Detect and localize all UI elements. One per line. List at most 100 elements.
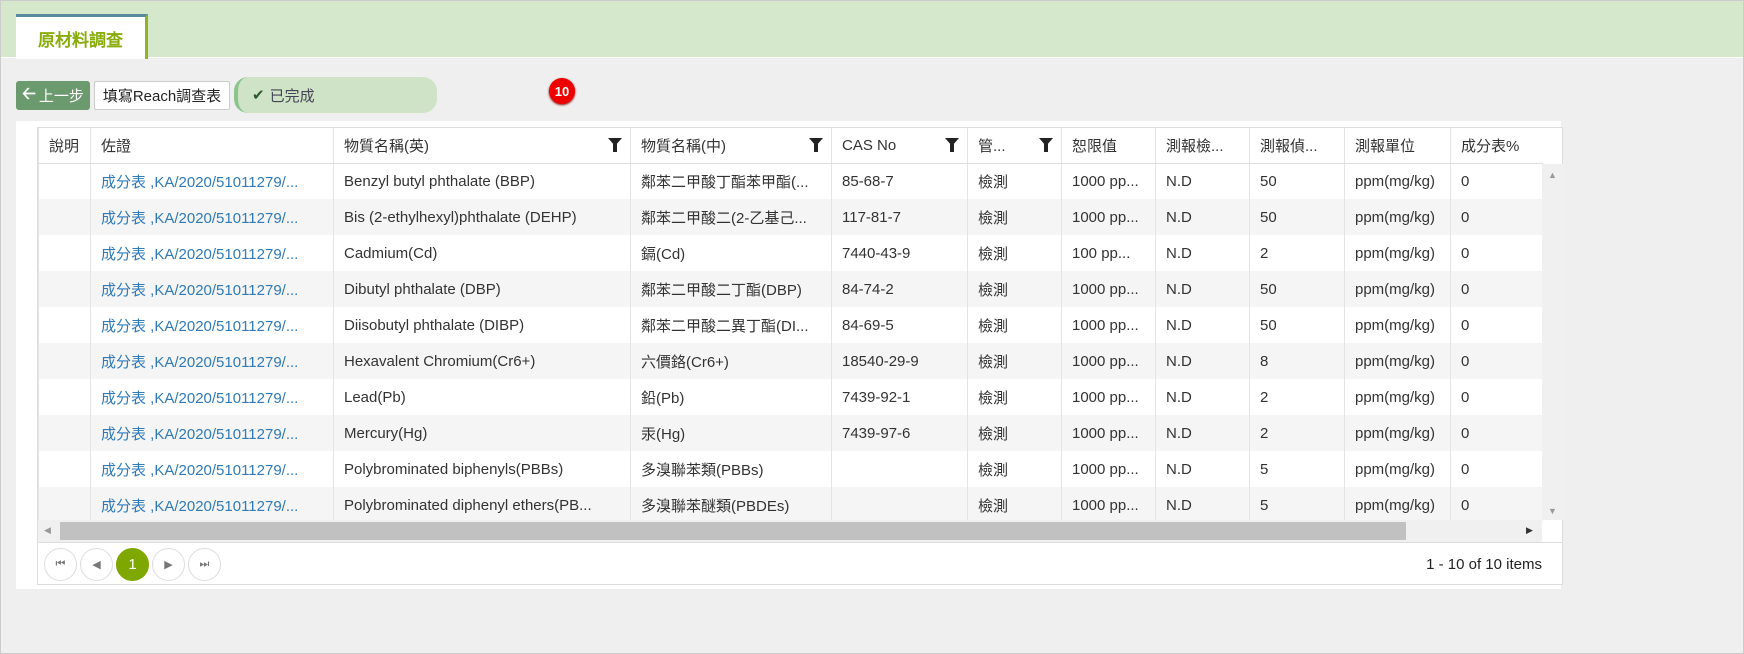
column-header-label: 成分表% bbox=[1461, 137, 1520, 155]
grid-table: 說明 佐證 物質名稱(英) 物質名稱(中) CAS No 管... 恕限值 測報檢... 測報偵… bbox=[38, 128, 1543, 523]
column-header[interactable]: 物質名稱(英) bbox=[333, 128, 631, 164]
table-cell: 鄰苯二甲酸二(2-乙基己... bbox=[630, 199, 832, 235]
last-page-button[interactable]: ⏭ bbox=[188, 547, 221, 581]
table-cell: ppm(mg/kg) bbox=[1344, 271, 1451, 307]
table-cell: N.D bbox=[1155, 235, 1250, 271]
evidence-link[interactable]: 成分表 ,KA/2020/51011279/... bbox=[101, 282, 298, 299]
first-page-button[interactable]: ⏮ bbox=[44, 547, 77, 581]
scroll-left-icon[interactable]: ◀ bbox=[44, 525, 51, 536]
table-cell: 鄰苯二甲酸丁酯苯甲酯(... bbox=[630, 163, 832, 199]
table-cell: 5 bbox=[1249, 487, 1345, 523]
evidence-link[interactable]: 成分表 ,KA/2020/51011279/... bbox=[101, 246, 298, 263]
arrow-left-icon: 🡠 bbox=[22, 84, 36, 103]
table-cell: 1000 pp... bbox=[1061, 163, 1156, 199]
evidence-link[interactable]: 成分表 ,KA/2020/51011279/... bbox=[101, 354, 298, 371]
table-cell: Polybrominated biphenyls(PBBs) bbox=[333, 451, 631, 487]
column-header[interactable]: 測報單位 bbox=[1344, 128, 1451, 164]
table-cell bbox=[38, 163, 91, 199]
evidence-link[interactable]: 成分表 ,KA/2020/51011279/... bbox=[101, 462, 298, 479]
table-cell: 0 bbox=[1450, 199, 1543, 235]
column-header[interactable]: 管... bbox=[967, 128, 1062, 164]
column-header-label: 恕限值 bbox=[1072, 137, 1118, 155]
back-label: 上一步 bbox=[38, 88, 84, 105]
table-cell: 0 bbox=[1450, 235, 1543, 271]
evidence-link[interactable]: 成分表 ,KA/2020/51011279/... bbox=[101, 174, 298, 191]
table-cell: 檢測 bbox=[967, 379, 1062, 415]
horizontal-scrollbar[interactable]: ◀ ▶ bbox=[38, 520, 1542, 542]
table-cell: 六價鉻(Cr6+) bbox=[630, 343, 832, 379]
column-header[interactable]: 恕限值 bbox=[1061, 128, 1156, 164]
table-cell: 7439-92-1 bbox=[831, 379, 968, 415]
next-page-button[interactable]: ▶ bbox=[152, 547, 185, 581]
table-row: 成分表 ,KA/2020/51011279/... Dibutyl phthala… bbox=[38, 271, 1543, 307]
prev-page-button[interactable]: ◀ bbox=[80, 547, 113, 581]
evidence-link[interactable]: 成分表 ,KA/2020/51011279/... bbox=[101, 210, 298, 227]
page-1-button[interactable]: 1 bbox=[116, 547, 149, 581]
fill-reach-survey-button[interactable]: 填寫Reach調查表 bbox=[94, 81, 230, 110]
table-cell: 多溴聯苯醚類(PBDEs) bbox=[630, 487, 832, 523]
filter-icon[interactable] bbox=[608, 138, 622, 152]
table-cell: 0 bbox=[1450, 415, 1543, 451]
column-header[interactable]: 測報偵... bbox=[1249, 128, 1345, 164]
column-header[interactable]: 測報檢... bbox=[1155, 128, 1250, 164]
table-cell: 檢測 bbox=[967, 235, 1062, 271]
scroll-up-icon[interactable]: ▲ bbox=[1548, 170, 1557, 180]
table-cell: 1000 pp... bbox=[1061, 343, 1156, 379]
tab-bar bbox=[1, 1, 1743, 58]
table-cell: 成分表 ,KA/2020/51011279/... bbox=[90, 307, 334, 343]
horizontal-scroll-thumb[interactable] bbox=[60, 522, 1406, 540]
table-cell: Benzyl butyl phthalate (BBP) bbox=[333, 163, 631, 199]
table-cell: ppm(mg/kg) bbox=[1344, 343, 1451, 379]
table-cell: 7439-97-6 bbox=[831, 415, 968, 451]
table-cell: Lead(Pb) bbox=[333, 379, 631, 415]
evidence-link[interactable]: 成分表 ,KA/2020/51011279/... bbox=[101, 498, 298, 515]
scroll-right-icon[interactable]: ▶ bbox=[1526, 525, 1533, 536]
table-cell: 成分表 ,KA/2020/51011279/... bbox=[90, 415, 334, 451]
table-cell: Bis (2-ethylhexyl)phthalate (DEHP) bbox=[333, 199, 631, 235]
table-cell: N.D bbox=[1155, 271, 1250, 307]
column-header[interactable]: CAS No bbox=[831, 128, 968, 164]
evidence-link[interactable]: 成分表 ,KA/2020/51011279/... bbox=[101, 318, 298, 335]
table-cell: N.D bbox=[1155, 163, 1250, 199]
table-cell: Hexavalent Chromium(Cr6+) bbox=[333, 343, 631, 379]
column-header[interactable]: 佐證 bbox=[90, 128, 334, 164]
column-header[interactable]: 物質名稱(中) bbox=[630, 128, 832, 164]
table-cell: 成分表 ,KA/2020/51011279/... bbox=[90, 199, 334, 235]
table-cell: 成分表 ,KA/2020/51011279/... bbox=[90, 487, 334, 523]
scroll-down-icon[interactable]: ▼ bbox=[1548, 506, 1557, 516]
column-header[interactable]: 成分表% bbox=[1450, 128, 1543, 164]
table-cell: 成分表 ,KA/2020/51011279/... bbox=[90, 343, 334, 379]
table-row: 成分表 ,KA/2020/51011279/... Mercury(Hg) 汞(Hg… bbox=[38, 415, 1543, 451]
table-cell: Diisobutyl phthalate (DIBP) bbox=[333, 307, 631, 343]
column-header-label: 說明 bbox=[49, 137, 80, 155]
column-header[interactable]: 說明 bbox=[38, 128, 91, 164]
table-cell: 鉛(Pb) bbox=[630, 379, 832, 415]
column-header-label: 管... bbox=[978, 137, 1006, 155]
column-header-label: 物質名稱(中) bbox=[641, 137, 726, 155]
filter-icon[interactable] bbox=[1039, 138, 1053, 152]
column-header-label: 測報檢... bbox=[1166, 137, 1224, 155]
table-cell: 1000 pp... bbox=[1061, 451, 1156, 487]
tab-raw-material-survey[interactable]: 原材料調查 bbox=[16, 14, 148, 59]
table-cell: 1000 pp... bbox=[1061, 415, 1156, 451]
column-header-label: 測報偵... bbox=[1260, 137, 1318, 155]
table-cell: 1000 pp... bbox=[1061, 379, 1156, 415]
table-cell: 成分表 ,KA/2020/51011279/... bbox=[90, 379, 334, 415]
table-cell: ppm(mg/kg) bbox=[1344, 163, 1451, 199]
table-cell: ppm(mg/kg) bbox=[1344, 415, 1451, 451]
filter-icon[interactable] bbox=[809, 138, 823, 152]
vertical-scrollbar[interactable]: ▲ ▼ bbox=[1542, 164, 1563, 520]
evidence-link[interactable]: 成分表 ,KA/2020/51011279/... bbox=[101, 426, 298, 443]
column-header-label: 佐證 bbox=[101, 137, 132, 155]
back-button[interactable]: 🡠 上一步 bbox=[16, 81, 90, 110]
table-row: 成分表 ,KA/2020/51011279/... Hexavalent Chro… bbox=[38, 343, 1543, 379]
table-cell: N.D bbox=[1155, 343, 1250, 379]
table-cell bbox=[831, 487, 968, 523]
table-cell: 檢測 bbox=[967, 415, 1062, 451]
evidence-link[interactable]: 成分表 ,KA/2020/51011279/... bbox=[101, 390, 298, 407]
status-label: 已完成 bbox=[269, 87, 315, 105]
column-header-label: CAS No bbox=[842, 136, 897, 154]
table-cell: 汞(Hg) bbox=[630, 415, 832, 451]
filter-icon[interactable] bbox=[945, 138, 959, 152]
table-cell bbox=[38, 235, 91, 271]
